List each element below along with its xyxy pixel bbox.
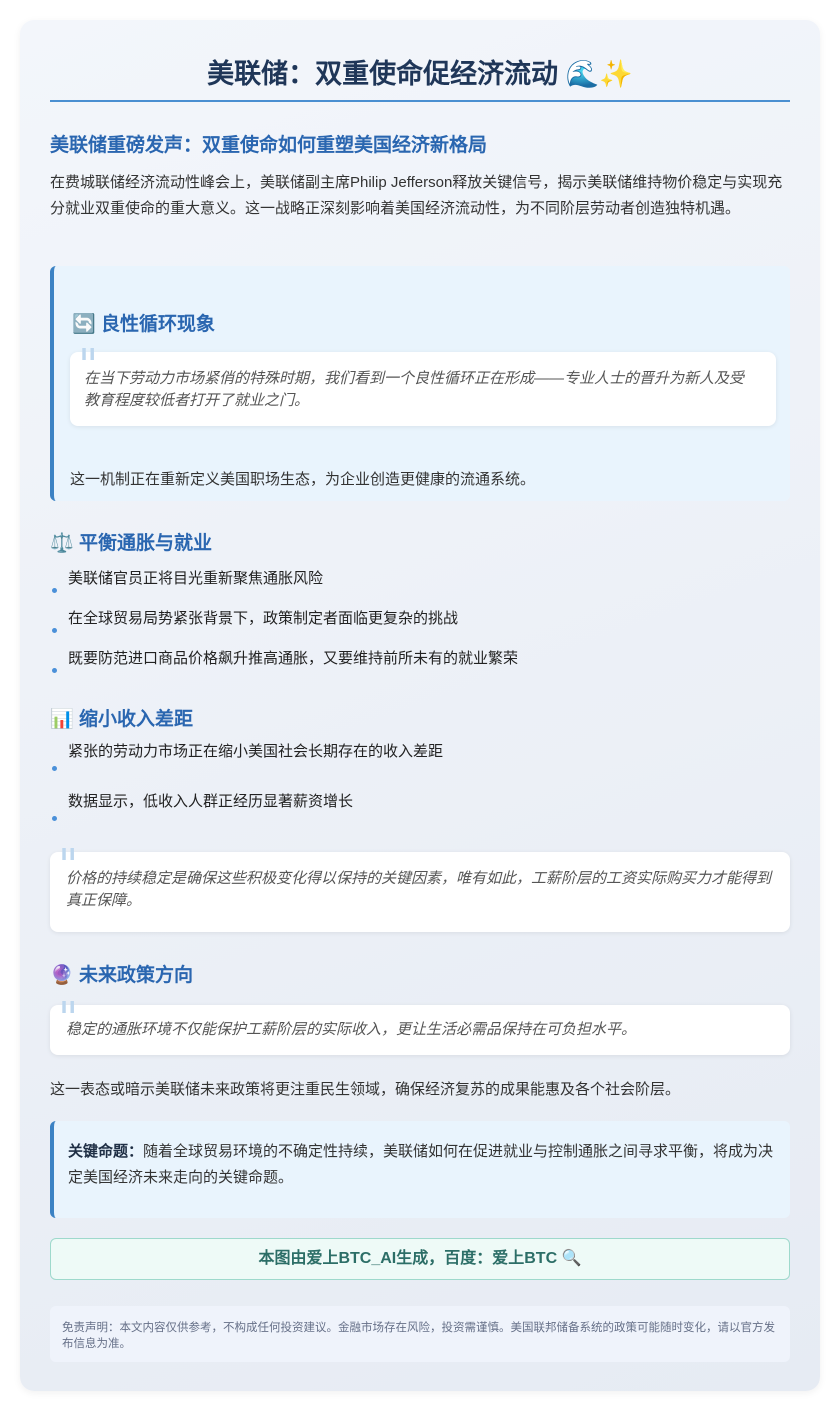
cycle-note: 这一机制正在重新定义美国职场生态，为企业创造更健康的流通系统。 — [70, 471, 536, 488]
title-text: 美联储：双重使命促经济流动 — [207, 59, 559, 89]
income-list: 紧张的劳动力市场正在缩小美国社会长期存在的收入差距 数据显示，低收入人群正经历显… — [50, 742, 790, 842]
future-heading: 🔮 未来政策方向 — [50, 960, 193, 987]
income-quote-text: 价格的持续稳定是确保这些积极变化得以保持的关键因素，唯有如此，工薪阶层的工资实际… — [66, 870, 772, 909]
future-heading-text: 未来政策方向 — [78, 965, 193, 986]
article-subtitle: 美联储重磅发声：双重使命如何重塑美国经济新格局 — [50, 135, 488, 156]
list-item: 美联储官员正将目光重新聚焦通胀风险 — [50, 569, 790, 609]
intro-paragraph: 在费城联储经济流动性峰会上，美联储副主席Philip Jefferson释放关键… — [50, 174, 783, 217]
key-proposition-box: 关键命题：随着全球贸易环境的不确定性持续，美联储如何在促进就业与控制通胀之间寻求… — [50, 1121, 790, 1218]
key-text: 随着全球贸易环境的不确定性持续，美联储如何在促进就业与控制通胀之间寻求平衡，将成… — [68, 1143, 774, 1186]
income-heading-text: 缩小收入差距 — [78, 709, 193, 730]
list-item: 既要防范进口商品价格飙升推高通胀，又要维持前所未有的就业繁荣 — [50, 649, 790, 689]
cycle-heading-text: 良性循环现象 — [100, 314, 215, 335]
title-divider — [50, 100, 790, 102]
income-quote: " 价格的持续稳定是确保这些积极变化得以保持的关键因素，唯有如此，工薪阶层的工资… — [50, 844, 790, 932]
scales-icon: ⚖️ — [50, 533, 74, 554]
cycle-heading: 🔄 良性循环现象 — [72, 309, 215, 336]
disclaimer: 免责声明：本文内容仅供参考，不构成任何投资建议。金融市场存在风险，投资需谨慎。美… — [50, 1306, 790, 1362]
cycle-section: 🔄 良性循环现象 " 在当下劳动力市场紧俏的特殊时期，我们看到一个良性循环正在形… — [50, 266, 790, 501]
future-quote: " 稳定的通胀环境不仅能保护工薪阶层的实际收入，更让生活必需品保持在可负担水平。 — [50, 997, 790, 1055]
list-item: 数据显示，低收入人群正经历显著薪资增长 — [50, 792, 790, 842]
income-heading: 📊 缩小收入差距 — [50, 704, 193, 731]
future-quote-text: 稳定的通胀环境不仅能保护工薪阶层的实际收入，更让生活必需品保持在可负担水平。 — [66, 1021, 637, 1038]
list-item: 紧张的劳动力市场正在缩小美国社会长期存在的收入差距 — [50, 742, 790, 792]
page-title: 美联储：双重使命促经济流动 🌊✨ — [50, 52, 790, 91]
bar-chart-icon: 📊 — [50, 709, 74, 730]
future-note: 这一表态或暗示美联储未来政策将更注重民生领域，确保经济复苏的成果能惠及各个社会阶… — [50, 1081, 681, 1098]
crystal-ball-icon: 🔮 — [50, 965, 74, 986]
balance-list: 美联储官员正将目光重新聚焦通胀风险 在全球贸易局势紧张背景下，政策制定者面临更复… — [50, 569, 790, 689]
cycle-icon: 🔄 — [72, 314, 96, 335]
balance-heading: ⚖️ 平衡通胀与就业 — [50, 528, 212, 555]
article-card: 美联储：双重使命促经济流动 🌊✨ 美联储重磅发声：双重使命如何重塑美国经济新格局… — [20, 20, 820, 1391]
balance-heading-text: 平衡通胀与就业 — [78, 533, 212, 554]
wave-sparkles-icon: 🌊✨ — [565, 59, 633, 89]
generated-by-banner: 本图由爱上BTC_AI生成，百度：爱上BTC 🔍 — [50, 1238, 790, 1280]
list-item: 在全球贸易局势紧张背景下，政策制定者面临更复杂的挑战 — [50, 609, 790, 649]
cycle-quote: " 在当下劳动力市场紧俏的特殊时期，我们看到一个良性循环正在形成——专业人士的晋… — [70, 344, 776, 426]
key-label: 关键命题： — [68, 1143, 144, 1160]
cycle-quote-text: 在当下劳动力市场紧俏的特殊时期，我们看到一个良性循环正在形成——专业人士的晋升为… — [84, 370, 745, 409]
